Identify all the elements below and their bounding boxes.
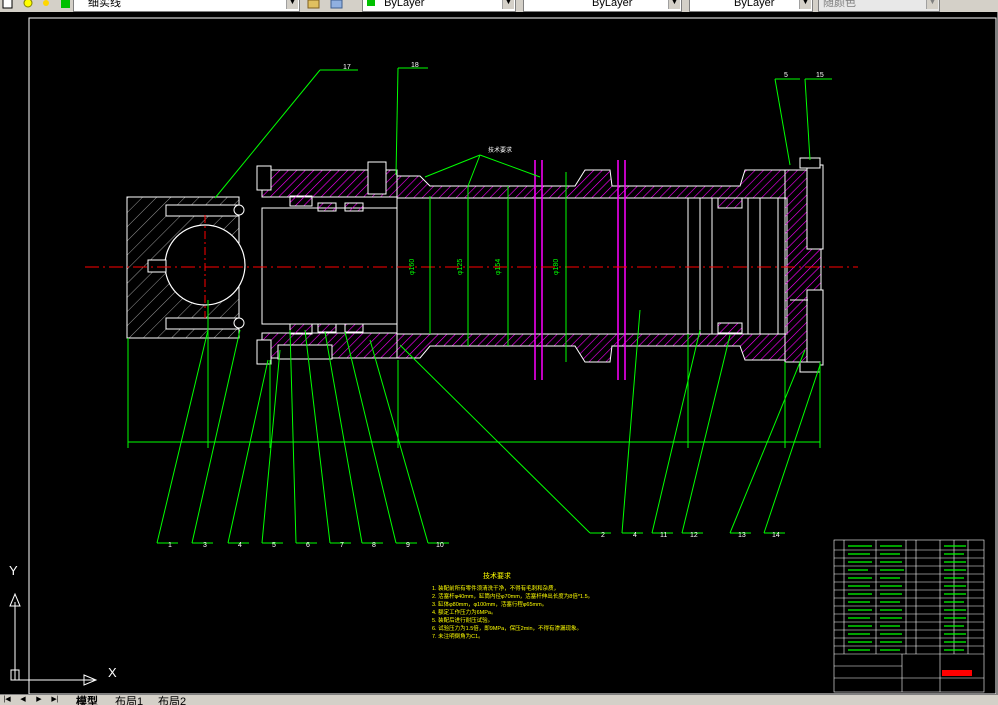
title-block-red-stamp (942, 670, 972, 676)
tech-req-line-3: 3. 缸体φ80mm，φ100mm，活塞行程φ65mm。 (432, 600, 547, 608)
chevron-down-icon[interactable]: ▼ (286, 0, 298, 9)
callout-2: 2 (601, 532, 605, 539)
callout-4: 4 (238, 542, 242, 549)
color-swatch-icon (367, 0, 375, 6)
end-cap (784, 164, 824, 366)
chevron-down-icon[interactable]: ▼ (502, 0, 514, 9)
callout-7: 7 (340, 542, 344, 549)
callout-4b: 4 (633, 532, 637, 539)
tech-req-line-7: 7. 未注明倒角为C1。 (432, 632, 484, 640)
callout-13: 13 (738, 532, 746, 539)
ucs-x-label: X (108, 665, 117, 680)
tech-req-title: 技术要求 (483, 571, 511, 580)
callout-12: 12 (690, 532, 698, 539)
callout-14: 14 (772, 532, 780, 539)
callout-9: 9 (406, 542, 410, 549)
tech-req-line-2: 2. 活塞杆φ40mm，缸筒内径φ70mm，活塞杆伸出长度为8倍*1.5。 (432, 592, 593, 600)
chevron-down-icon[interactable]: ▼ (668, 0, 680, 9)
tech-requirements: 技术要求 1. 装配前所有零件须清洗干净，不得有毛刺和杂质， 2. 活塞杆φ40… (432, 571, 593, 640)
tab-layout2[interactable]: 布局2 (158, 695, 186, 705)
cylinder-barrel (261, 169, 788, 363)
callout-6: 6 (306, 542, 310, 549)
plotstyle-dropdown-value: 随颜色 (823, 0, 856, 9)
tech-req-line-5: 5. 装配后进行耐压试验。 (432, 616, 493, 624)
layer-dropdown[interactable]: 细实线 ▼ (73, 0, 300, 12)
layout-tab-bar: |◀ ◀ ▶ ▶| 模型 布局1 布局2 (0, 694, 998, 705)
color-dropdown-value: ByLayer (384, 0, 425, 9)
chevron-down-icon[interactable]: ▼ (926, 0, 938, 9)
bottom-callouts: 1 3 4 5 6 7 8 9 10 2 4 11 12 13 14 (168, 532, 780, 549)
layer-state-icon[interactable] (2, 0, 14, 9)
lineweight-dropdown-value: ByLayer (734, 0, 775, 9)
linetype-dropdown-value: ByLayer (592, 0, 633, 9)
lightbulb-icon[interactable] (22, 0, 34, 9)
dim-phi125: φ125 (457, 259, 464, 275)
ucs-y-label: Y (9, 563, 18, 578)
drawing-border (28, 17, 997, 694)
tech-req-line-4: 4. 额定工作压力为6MPa。 (432, 608, 496, 616)
linetype-dropdown[interactable]: ByLayer ▼ (523, 0, 682, 12)
tech-req-line-6: 6. 试验压力为1.5倍，即9MPa，保压2min，不得有渗漏现象。 (432, 624, 582, 632)
callout-1: 1 (168, 542, 172, 549)
dim-phi160: φ160 (409, 259, 416, 275)
drawing-canvas[interactable]: φ160 φ125 φ154 φ180 17 18 5 15 技术要求 1 3 … (0, 12, 998, 694)
callout-18: 18 (411, 62, 419, 69)
plotstyle-dropdown[interactable]: 随颜色 ▼ (818, 0, 940, 12)
sun-icon[interactable] (40, 0, 52, 9)
callout-15: 15 (816, 72, 824, 79)
dim-phi180: φ180 (553, 259, 560, 275)
tab-layout1[interactable]: 布局1 (115, 695, 143, 705)
callout-17: 17 (343, 64, 351, 71)
layer-dropdown-value: 细实线 (88, 0, 121, 9)
callout-11: 11 (660, 532, 667, 539)
callout-3: 3 (203, 542, 207, 549)
chevron-down-icon[interactable]: ▼ (799, 0, 811, 9)
layer-manager-icon[interactable] (330, 0, 343, 9)
callout-5: 5 (272, 542, 276, 549)
color-dropdown[interactable]: ByLayer ▼ (362, 0, 516, 12)
callout-8: 8 (372, 542, 376, 549)
dim-phi154: φ154 (495, 259, 502, 275)
cad-drawing: φ160 φ125 φ154 φ180 17 18 5 15 技术要求 1 3 … (9, 17, 997, 694)
title-block (833, 539, 985, 693)
lineweight-dropdown[interactable]: ByLayer ▼ (689, 0, 813, 12)
layer-color-icon (60, 0, 72, 9)
annotation-tech: 技术要求 (488, 146, 512, 154)
ucs-icon (9, 592, 98, 686)
tech-req-line-1: 1. 装配前所有零件须清洗干净，不得有毛刺和杂质， (432, 584, 559, 592)
callout-10: 10 (436, 542, 444, 549)
callout-5-top: 5 (784, 72, 788, 79)
layer-previous-icon[interactable] (307, 0, 320, 9)
tab-model[interactable]: 模型 (76, 695, 98, 705)
